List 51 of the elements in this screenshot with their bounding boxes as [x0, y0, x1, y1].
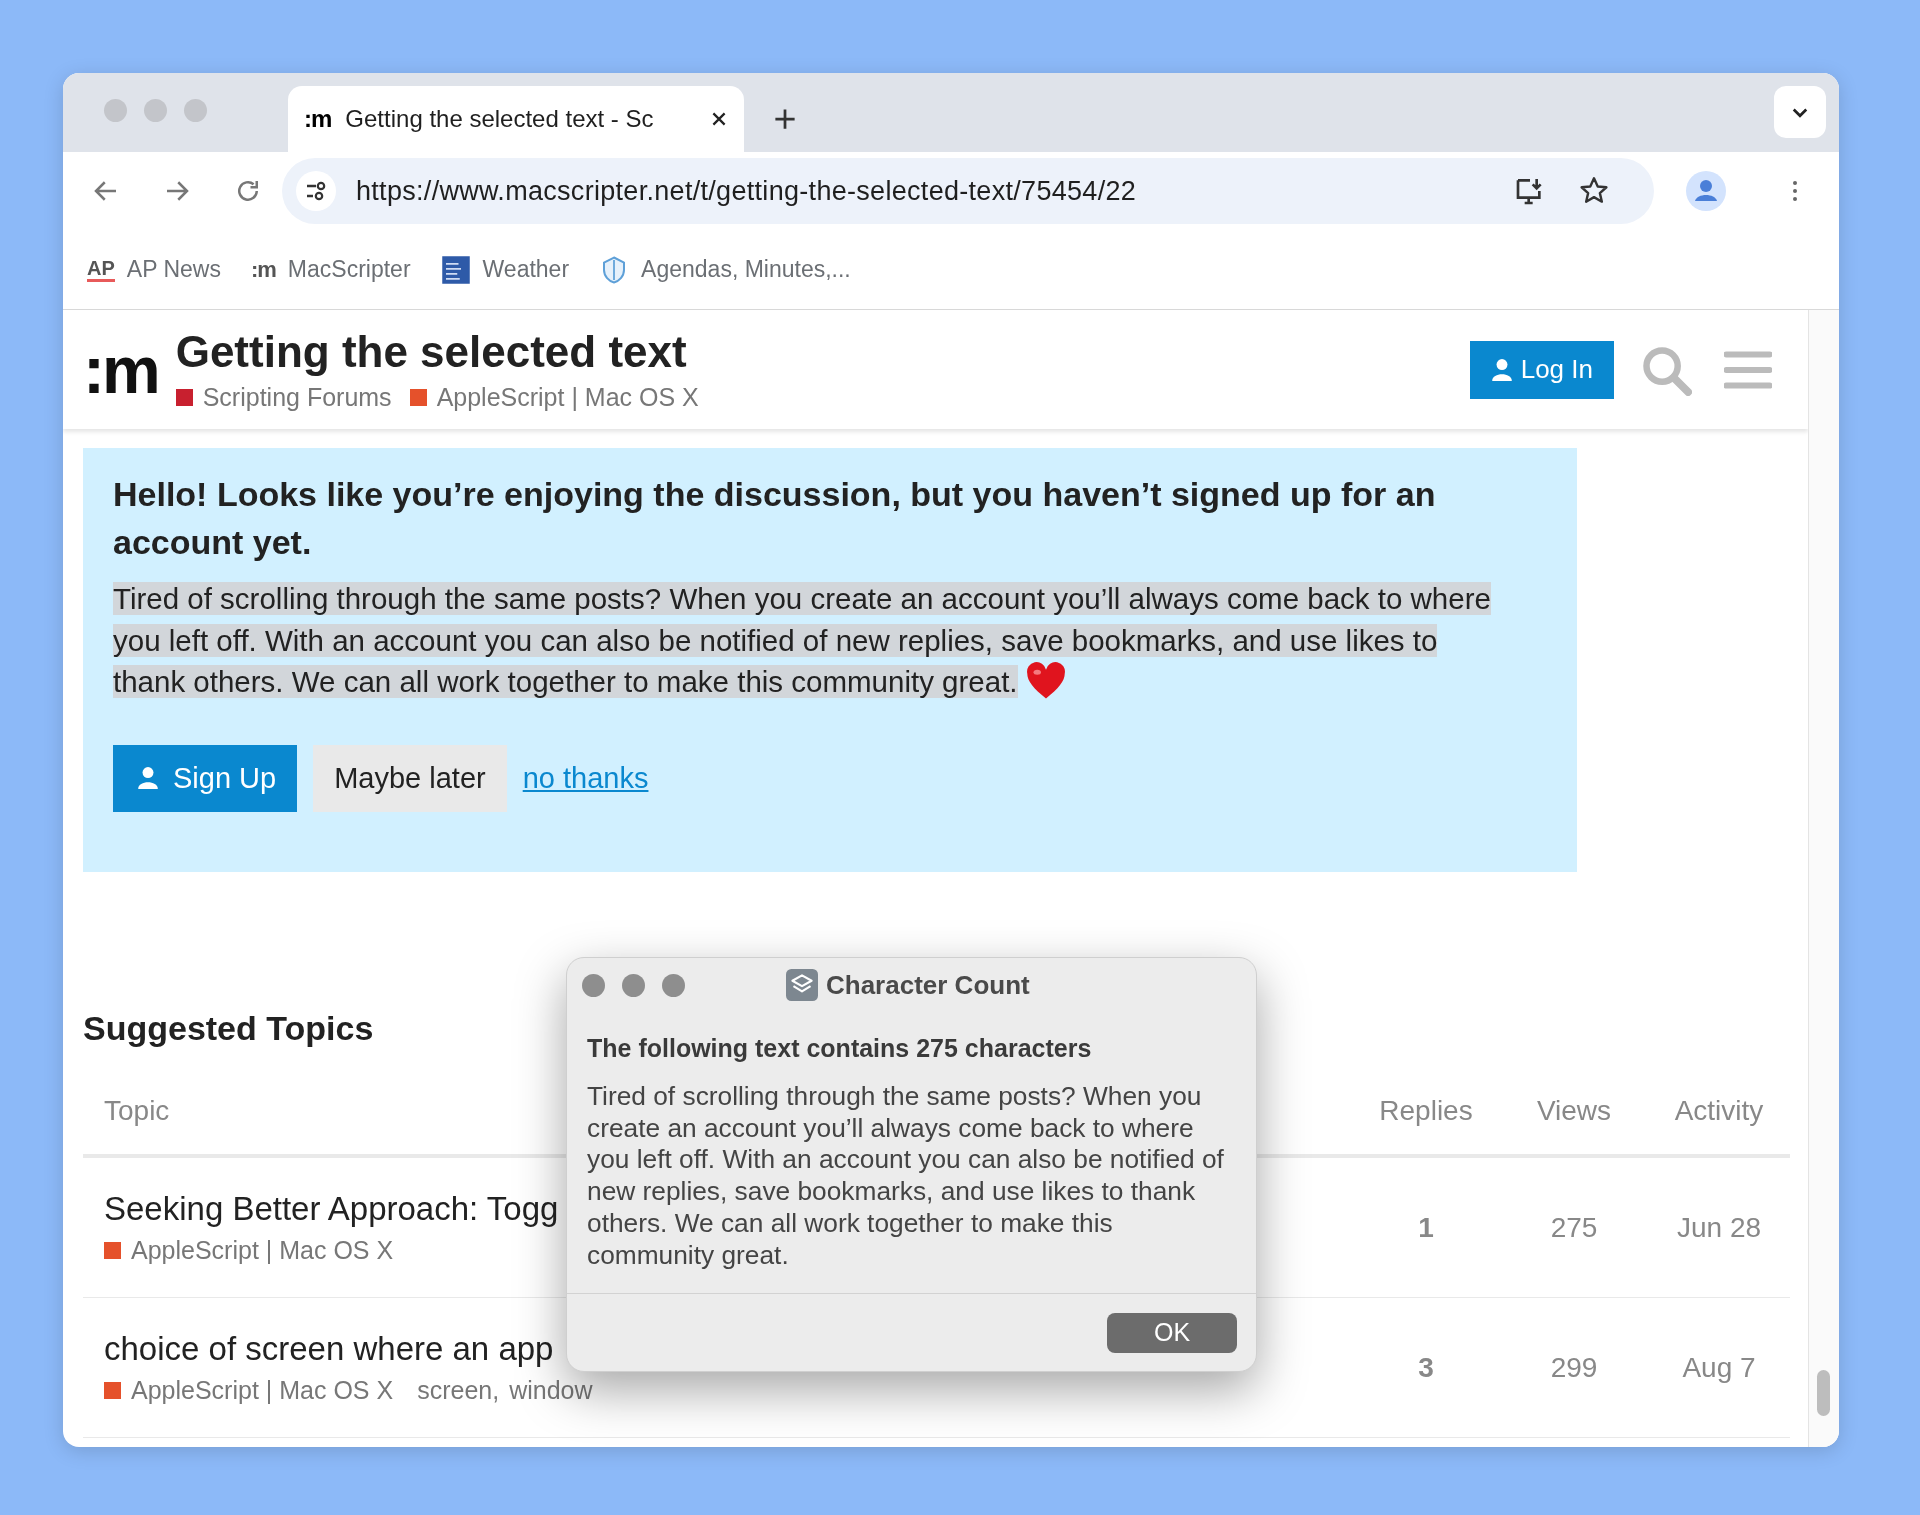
category-link[interactable]: Scripting Forums [175, 383, 392, 412]
profile-avatar-icon[interactable] [1686, 171, 1726, 211]
maybe-later-button[interactable]: Maybe later [313, 744, 507, 812]
dialog-title: Character Count [826, 969, 1030, 1001]
banner-heading: Hello! Looks like you’re enjoying the discussion, but you haven’t signed up for an account yet. [113, 474, 1437, 563]
scrollbar-thumb[interactable] [1817, 1370, 1830, 1416]
window-close-icon[interactable] [582, 973, 605, 997]
column-header[interactable]: Activity [1648, 1095, 1790, 1127]
section-heading: Suggested Topics [83, 1009, 374, 1048]
site-settings-icon[interactable] [296, 171, 336, 211]
layers-icon [786, 969, 818, 1001]
new-tab-icon[interactable] [774, 108, 796, 130]
url-text: https://www.macscripter.net/t/getting-the-selected-text/75454/22 [356, 175, 1137, 207]
activity-date[interactable]: Aug 7 [1648, 1351, 1790, 1384]
topic-tag[interactable]: screen, [417, 1376, 500, 1405]
views-count: 299 [1549, 1351, 1599, 1384]
bookmark-item[interactable]: AP AP News [87, 256, 221, 283]
bookmark-item[interactable]: Weather [440, 254, 570, 285]
user-icon [137, 766, 159, 790]
views-count: 275 [1549, 1211, 1599, 1244]
topic-title[interactable]: Getting the selected text [175, 327, 699, 377]
bookmark-item[interactable]: :m MacScripter [250, 256, 411, 283]
column-header[interactable]: Views [1500, 1095, 1648, 1127]
dialog-message: Tired of scrolling through the same posts? When you create an account you’ll always come back to where you left off. With an account you can also be notified of new replies, save bookmarks, and use likes to thank others. We can all work together to make this community great. [587, 1081, 1225, 1272]
category-link[interactable]: AppleScript | Mac OS X [104, 1376, 394, 1405]
sign-up-button[interactable]: Sign Up [113, 744, 298, 812]
window-zoom-icon[interactable] [662, 973, 685, 997]
site-logo-icon: :m [250, 256, 276, 283]
log-in-button[interactable]: Log In [1469, 340, 1614, 399]
site-logo[interactable]: :m [83, 331, 158, 408]
address-bar[interactable]: https://www.macscripter.net/t/getting-the-selected-text/75454/22 [282, 158, 1654, 224]
more-menu-icon[interactable] [1792, 179, 1798, 203]
heart-icon [1025, 662, 1066, 700]
dialog-heading: The following text contains 275 characters [587, 1034, 1093, 1063]
replies-count: 1 [1417, 1211, 1435, 1244]
tab-title: Getting the selected text - Sc [345, 105, 655, 133]
category-link[interactable]: AppleScript | Mac OS X [409, 383, 699, 412]
activity-date[interactable]: Jun 28 [1648, 1211, 1790, 1244]
ok-button[interactable]: OK [1107, 1312, 1237, 1353]
topic-tag[interactable]: window [509, 1376, 593, 1405]
close-icon[interactable] [710, 110, 728, 128]
column-header[interactable]: Replies [1352, 1095, 1500, 1127]
category-link[interactable]: AppleScript | Mac OS X [104, 1236, 394, 1265]
tab-favicon: :m [304, 105, 332, 133]
no-thanks-link[interactable]: no thanks [522, 761, 649, 795]
replies-count: 3 [1417, 1351, 1435, 1384]
bookmark-item[interactable]: Agendas, Minutes,... [599, 254, 851, 285]
browser-tab[interactable]: :m Getting the selected text - Sc [288, 86, 744, 152]
weather-logo-icon [440, 254, 471, 285]
user-icon [1490, 357, 1513, 382]
window-minimize-icon[interactable] [622, 973, 645, 997]
